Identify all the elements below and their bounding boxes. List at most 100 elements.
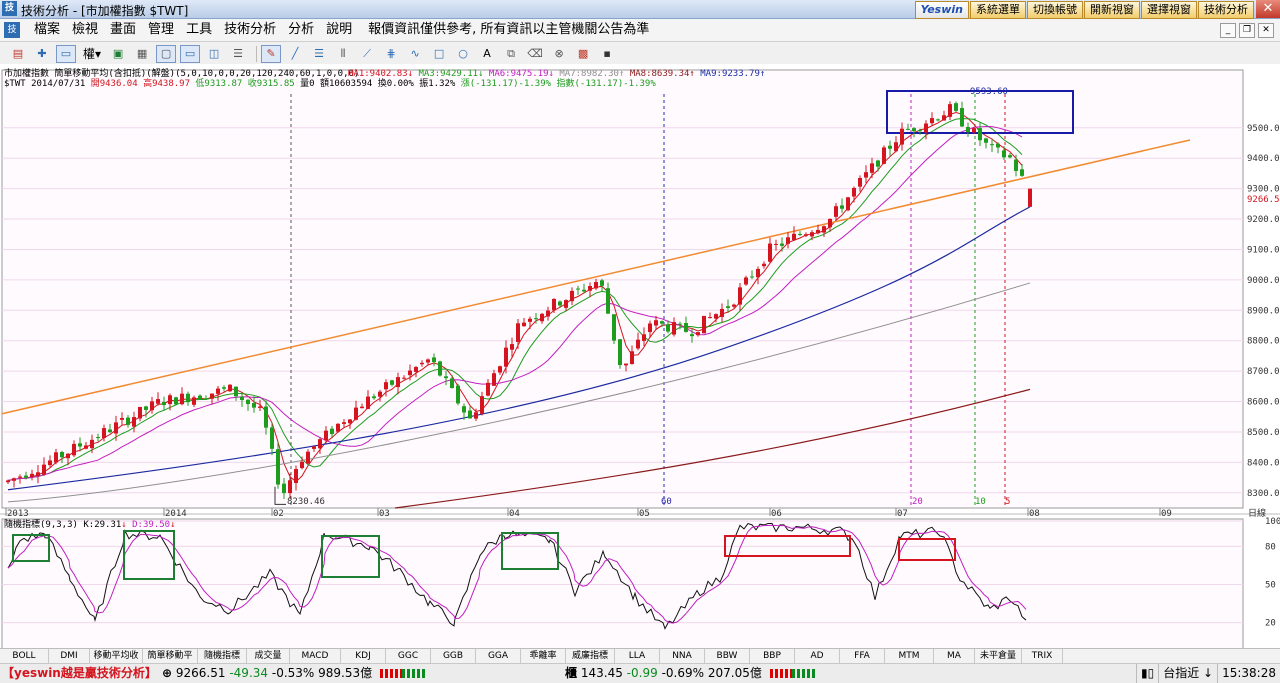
rectangle-tool-icon[interactable]: □	[429, 45, 449, 63]
candle-body	[342, 422, 346, 424]
draw-icon[interactable]: ✎	[261, 45, 282, 63]
indicator-tab[interactable]: KDJ	[341, 649, 386, 664]
layout-icon[interactable]: ▤	[8, 45, 28, 63]
indicator-tab[interactable]: 成交量	[247, 649, 290, 664]
candle-body	[918, 130, 922, 132]
otc-percent: -0.69%	[661, 666, 705, 680]
indicator-tab[interactable]: DMI	[49, 649, 90, 664]
candle-body	[150, 401, 154, 411]
ma3-label: MA3:9429.11	[418, 69, 478, 79]
candle-body	[390, 380, 394, 385]
menu-tools[interactable]: 工具	[180, 22, 218, 38]
candle-body	[510, 344, 514, 350]
close-child-icon[interactable]: ✕	[1258, 23, 1274, 38]
parallel-lines-icon[interactable]: ☰	[309, 45, 329, 63]
eraser-icon[interactable]: ⌫	[525, 45, 545, 63]
candle-body	[234, 386, 238, 397]
indicator-tab[interactable]: AD	[795, 649, 840, 664]
candle-body	[738, 287, 742, 305]
system-menu-button[interactable]: 系統選單	[970, 1, 1026, 19]
restore-icon[interactable]: ❐	[1239, 23, 1255, 38]
select-window-button[interactable]: 選擇視窗	[1141, 1, 1197, 19]
fibonacci-icon[interactable]: ⋕	[381, 45, 401, 63]
indicator-tab[interactable]: TRIX	[1022, 649, 1063, 664]
chart-window-icon[interactable]: ▭	[180, 45, 201, 63]
ellipse-tool-icon[interactable]: ○	[453, 45, 473, 63]
indicator-tab[interactable]: 未平倉量	[975, 649, 1022, 664]
candle-body	[588, 286, 592, 291]
vertical-lines-icon[interactable]: ⦀	[333, 45, 353, 63]
grid-icon[interactable]: ▦	[132, 45, 152, 63]
list-icon[interactable]: ☰	[228, 45, 248, 63]
line-tool-icon[interactable]: ╱	[285, 45, 305, 63]
split-icon[interactable]: ◫	[204, 45, 224, 63]
indicator-tab[interactable]: BOLL	[0, 649, 49, 664]
chart-area[interactable]: 9500.0 9400.0 9300.0 9200.0 9100.0 9000.0 8900…	[0, 64, 1280, 650]
ma1-arrow: ↓	[408, 69, 413, 79]
copy-icon[interactable]: ⧉	[501, 45, 521, 63]
indicator-tab[interactable]: 簡單移動平	[143, 649, 198, 664]
wave-icon[interactable]: ∿	[405, 45, 425, 63]
candle-body	[36, 472, 40, 476]
switch-account-button[interactable]: 切換帳號	[1027, 1, 1083, 19]
menu-technical-analysis[interactable]: 技術分析	[218, 22, 282, 38]
twse-percent: -0.53%	[271, 666, 315, 680]
indicator-tab[interactable]: NNA	[660, 649, 705, 664]
candle-body	[144, 406, 148, 410]
signal-icon: ▮▯	[1136, 664, 1158, 683]
stochastic-d-arrow: ↓	[170, 520, 175, 530]
indicator-tab[interactable]: MA	[934, 649, 975, 664]
candle-body	[420, 362, 424, 365]
excel-icon[interactable]: ▣	[108, 45, 128, 63]
y-tick-label: 9100.0	[1247, 245, 1280, 255]
indicator-tab[interactable]: BBP	[750, 649, 795, 664]
crosshair-icon[interactable]: ✚	[32, 45, 52, 63]
candle-body	[426, 359, 430, 363]
save-icon[interactable]: ▪	[597, 45, 617, 63]
price-panel[interactable]	[1, 69, 1244, 509]
indicator-tab[interactable]: FFA	[840, 649, 885, 664]
indicator-tab[interactable]: MTM	[885, 649, 934, 664]
cycle-label: 60	[661, 497, 672, 507]
window-icon[interactable]: ▢	[156, 45, 177, 63]
document-icon[interactable]: 技	[4, 22, 20, 38]
candle-body	[318, 439, 322, 449]
top-button-group: Yeswin 系統選單 切換帳號 開新視窗 選擇視窗 技術分析	[914, 0, 1254, 19]
indicator-tab[interactable]: BBW	[705, 649, 750, 664]
index-near-label[interactable]: 台指近 ↓	[1158, 664, 1217, 683]
candle-body	[996, 143, 1000, 148]
candle-body	[72, 443, 76, 456]
indicator-tab[interactable]: 威廉指標	[566, 649, 615, 664]
menu-file[interactable]: 檔案	[28, 22, 66, 38]
indicator-tab[interactable]: 移動平均收	[90, 649, 143, 664]
menu-screen[interactable]: 畫面	[104, 22, 142, 38]
technical-analysis-button[interactable]: 技術分析	[1198, 1, 1254, 19]
fan-icon[interactable]: ⟋	[357, 45, 377, 63]
delete-icon[interactable]: ⊗	[549, 45, 569, 63]
candle-body	[132, 417, 136, 427]
new-window-button[interactable]: 開新視窗	[1084, 1, 1140, 19]
menu-analysis[interactable]: 分析	[282, 22, 320, 38]
indicator-tab[interactable]: GGA	[476, 649, 521, 664]
period-icon[interactable]: ▭	[56, 45, 76, 63]
indicator-tab[interactable]: MACD	[290, 649, 341, 664]
rights-dropdown[interactable]: 權▾	[80, 45, 104, 63]
menu-manage[interactable]: 管理	[142, 22, 180, 38]
chart-canvas[interactable]: 9500.0 9400.0 9300.0 9200.0 9100.0 9000.0 8900…	[0, 64, 1280, 650]
text-tool-icon[interactable]: A	[477, 45, 497, 63]
candle-body	[984, 138, 988, 143]
minimize-icon[interactable]: _	[1220, 23, 1236, 38]
menu-view[interactable]: 檢視	[66, 22, 104, 38]
candle-body	[648, 323, 652, 333]
candle-body	[450, 378, 454, 388]
close-icon[interactable]: ✕	[1256, 0, 1280, 18]
indicator-tab[interactable]: GGB	[431, 649, 476, 664]
indicator-tab[interactable]: GGC	[386, 649, 431, 664]
color-palette-icon[interactable]: ▩	[573, 45, 593, 63]
indicator-tab[interactable]: 乖離率	[521, 649, 566, 664]
indicator-tab[interactable]: 隨機指標	[198, 649, 247, 664]
candle-body	[288, 480, 292, 494]
menu-help[interactable]: 說明	[320, 22, 358, 38]
candle-body	[930, 118, 934, 124]
indicator-tab[interactable]: LLA	[615, 649, 660, 664]
